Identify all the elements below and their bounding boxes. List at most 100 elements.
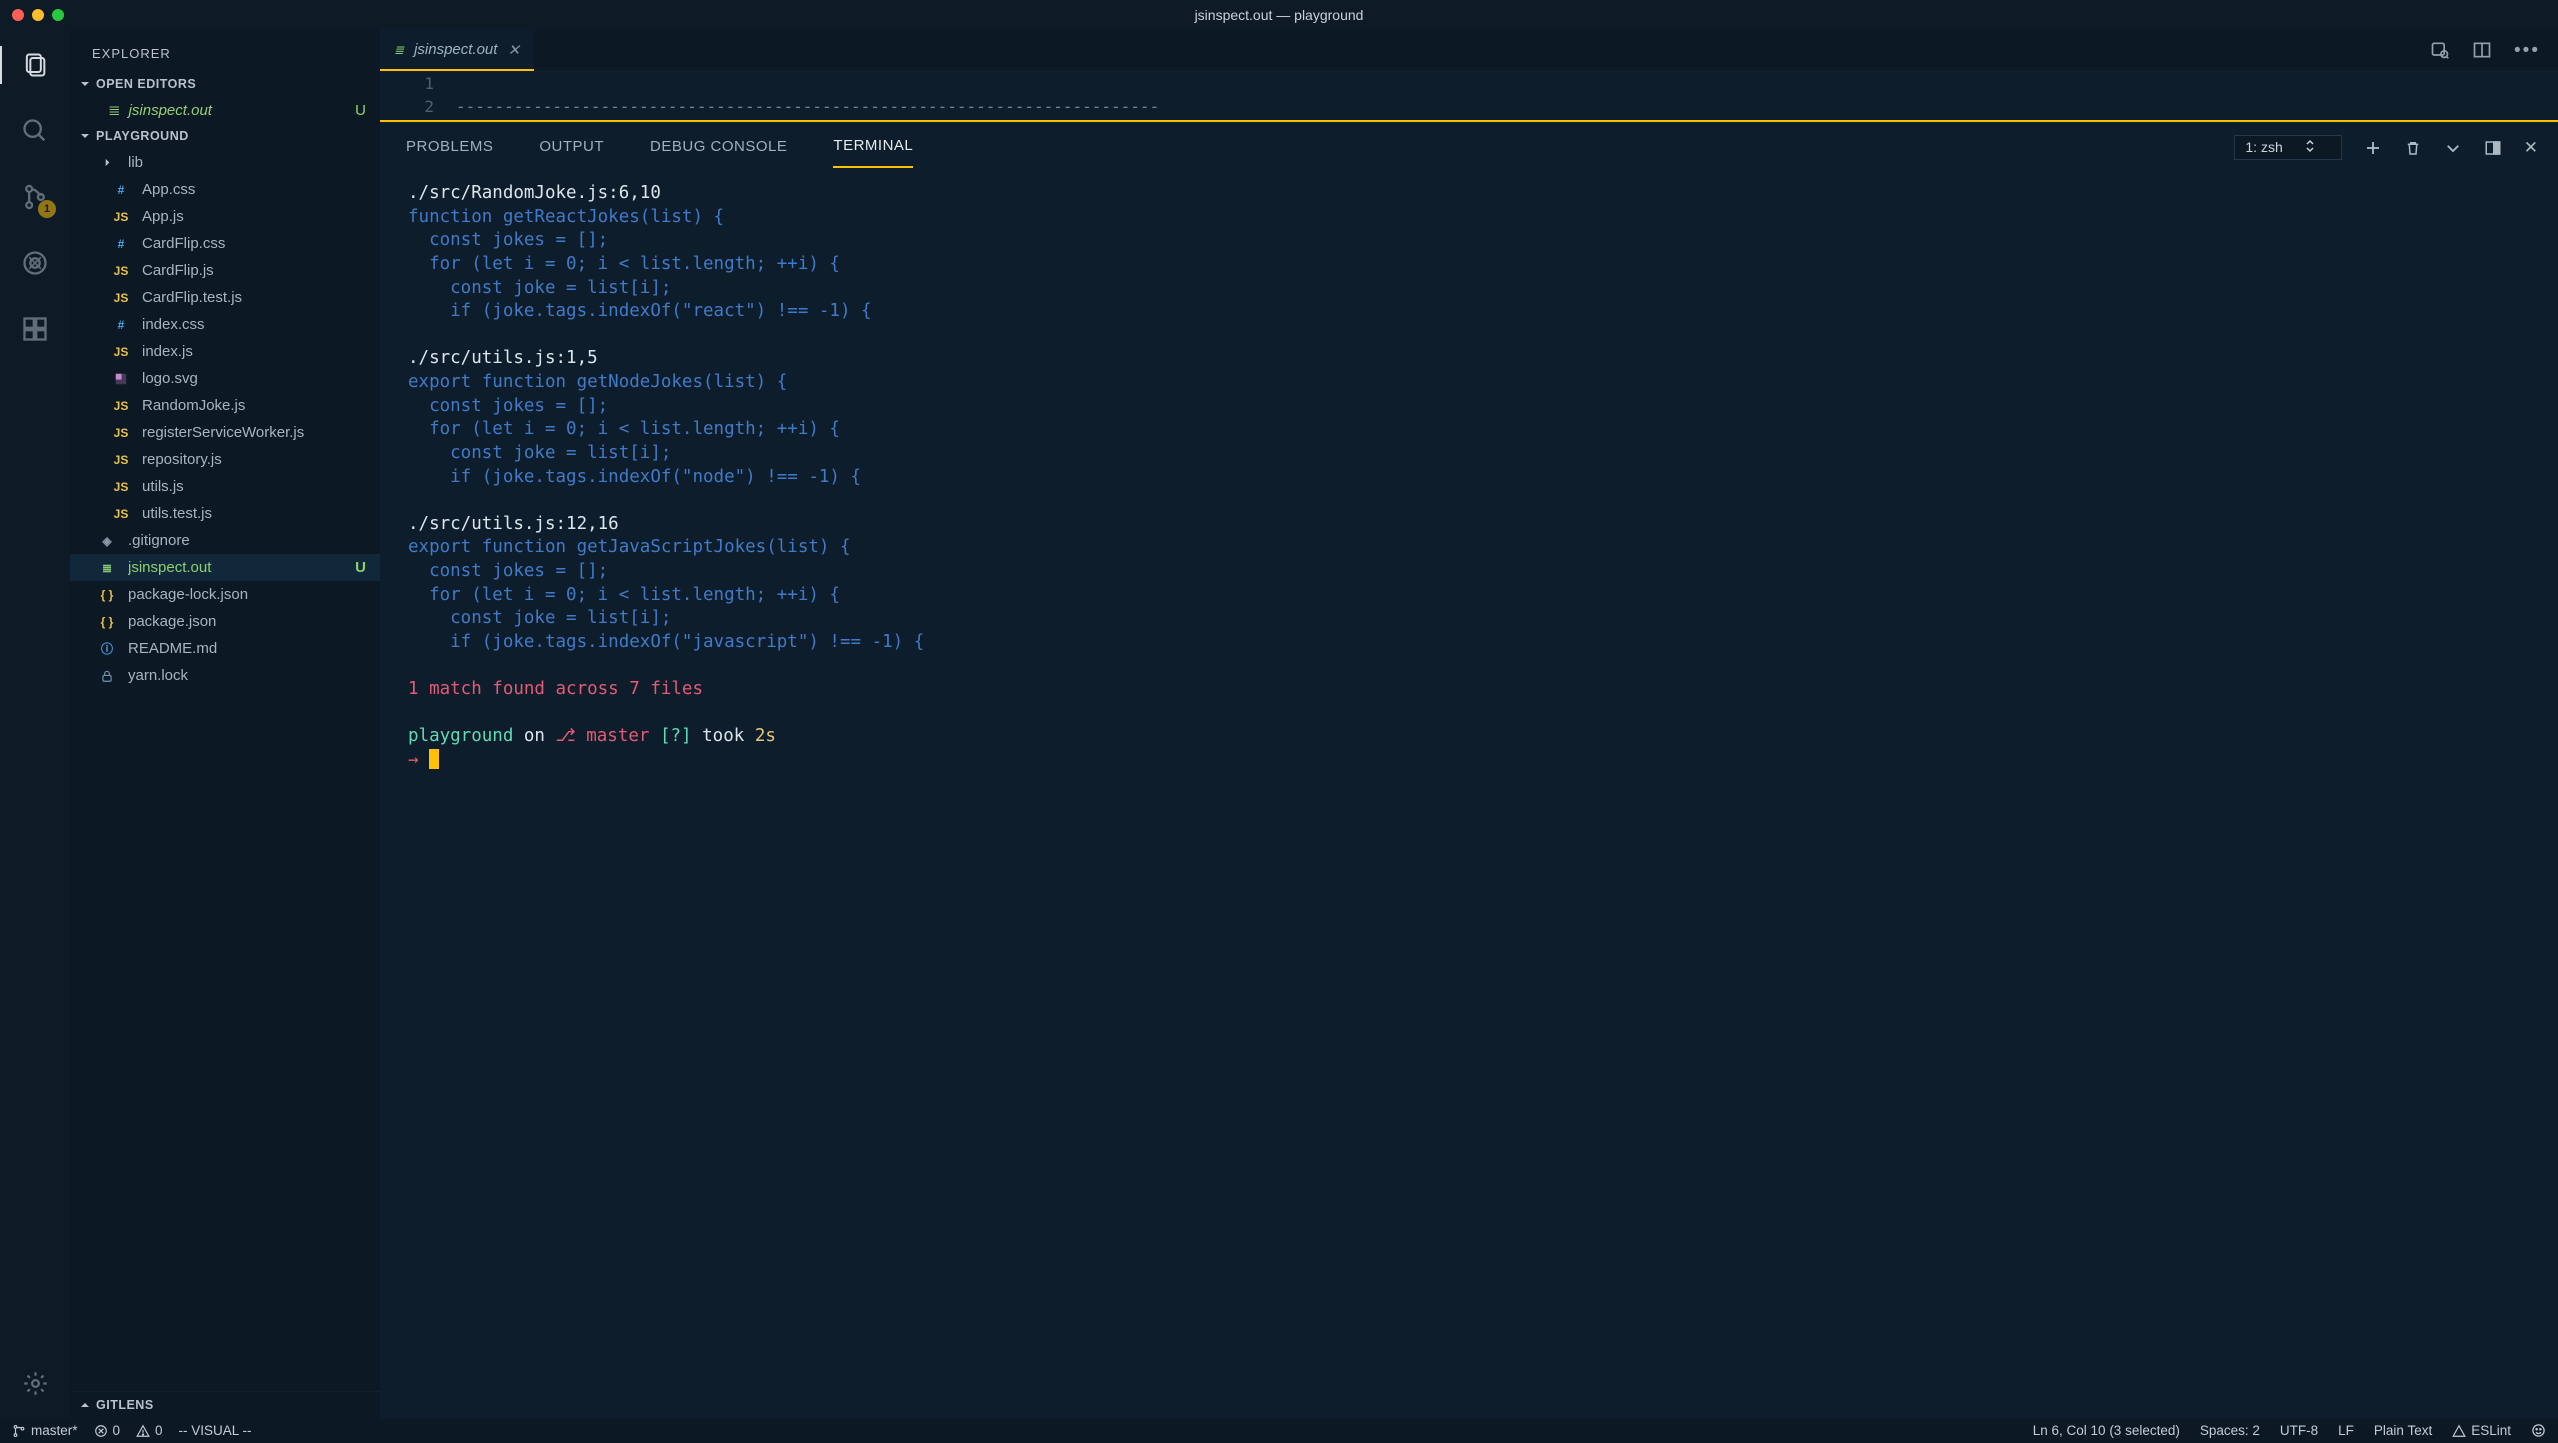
panel: PROBLEMS OUTPUT DEBUG CONSOLE TERMINAL 1…: [380, 122, 2558, 1418]
file-item[interactable]: ◈.gitignore: [70, 527, 380, 554]
section-workspace[interactable]: PLAYGROUND: [70, 123, 380, 149]
status-eslint[interactable]: ESLint: [2452, 1423, 2511, 1438]
close-panel-icon[interactable]: ✕: [2524, 138, 2538, 158]
file-item[interactable]: JSCardFlip.js: [70, 257, 380, 284]
terminal-output[interactable]: ./src/RandomJoke.js:6,10 function getRea…: [380, 168, 2558, 1418]
status-feedback-icon[interactable]: [2531, 1423, 2546, 1438]
file-type-icon: JS: [108, 291, 134, 305]
status-language[interactable]: Plain Text: [2374, 1423, 2432, 1438]
file-type-icon: JS: [108, 210, 134, 224]
file-type-icon: #: [108, 237, 134, 251]
caret-right-icon: [80, 1400, 90, 1410]
file-type-icon: [108, 372, 134, 386]
panel-tab-terminal[interactable]: TERMINAL: [833, 127, 913, 168]
activity-bar: 1: [0, 30, 70, 1418]
status-warnings[interactable]: 0: [136, 1423, 163, 1438]
status-position[interactable]: Ln 6, Col 10 (3 selected): [2033, 1423, 2180, 1438]
terminal-cursor: [429, 749, 439, 769]
editor-area: ≣ jsinspect.out ✕ ••• 1 2 ------: [380, 30, 2558, 1418]
lines-icon: ≣: [108, 101, 121, 119]
lines-icon: ≣: [394, 43, 404, 57]
chevron-updown-icon: [2305, 139, 2315, 156]
status-bar: master* 0 0 -- VISUAL -- Ln 6, Col 10 (3…: [0, 1418, 2558, 1443]
chevron-down-icon[interactable]: [2444, 139, 2462, 157]
status-eol[interactable]: LF: [2338, 1423, 2354, 1438]
file-type-icon: #: [108, 183, 134, 197]
status-mode: -- VISUAL --: [179, 1423, 252, 1438]
editor-line-2: ----------------------------------------…: [456, 95, 1159, 118]
status-branch[interactable]: master*: [12, 1423, 78, 1438]
file-type-icon: ◈: [94, 534, 120, 548]
activity-scm-icon[interactable]: 1: [20, 182, 50, 212]
file-type-icon: { }: [94, 615, 120, 629]
file-type-icon: JS: [108, 399, 134, 413]
caret-right-icon: [94, 158, 120, 167]
file-item[interactable]: JSutils.test.js: [70, 500, 380, 527]
file-item[interactable]: ⓘREADME.md: [70, 635, 380, 662]
window-minimize-button[interactable]: [32, 9, 44, 21]
file-item[interactable]: JSRandomJoke.js: [70, 392, 380, 419]
panel-tab-problems[interactable]: PROBLEMS: [406, 128, 493, 167]
tab-jsinspect[interactable]: ≣ jsinspect.out ✕: [380, 30, 534, 71]
file-type-icon: ⓘ: [94, 640, 120, 657]
new-terminal-icon[interactable]: [2364, 139, 2382, 157]
activity-extensions-icon[interactable]: [20, 314, 50, 344]
caret-down-icon: [80, 131, 90, 141]
file-item[interactable]: JSApp.js: [70, 203, 380, 230]
activity-settings-icon[interactable]: [20, 1368, 50, 1398]
file-item[interactable]: ≣jsinspect.outU: [70, 554, 380, 581]
section-open-editors[interactable]: OPEN EDITORS: [70, 71, 380, 97]
section-gitlens[interactable]: GITLENS: [70, 1391, 380, 1418]
file-type-icon: JS: [108, 264, 134, 278]
file-type-icon: JS: [108, 507, 134, 521]
file-item[interactable]: #CardFlip.css: [70, 230, 380, 257]
file-type-icon: JS: [108, 480, 134, 494]
file-item[interactable]: JSindex.js: [70, 338, 380, 365]
more-icon[interactable]: •••: [2514, 40, 2540, 62]
activity-debug-icon[interactable]: [20, 248, 50, 278]
close-icon[interactable]: ✕: [507, 41, 520, 59]
window-close-button[interactable]: [12, 9, 24, 21]
file-type-icon: JS: [108, 345, 134, 359]
folder-item[interactable]: lib: [70, 149, 380, 176]
activity-explorer-icon[interactable]: [20, 50, 50, 80]
file-type-icon: [94, 669, 120, 683]
open-editor-item[interactable]: ≣ jsinspect.out U: [70, 97, 380, 123]
scm-badge: 1: [38, 200, 56, 218]
file-item[interactable]: JSrepository.js: [70, 446, 380, 473]
sidebar: EXPLORER OPEN EDITORS ≣ jsinspect.out U …: [70, 30, 380, 1418]
kill-terminal-icon[interactable]: [2404, 139, 2422, 157]
panel-tab-debug[interactable]: DEBUG CONSOLE: [650, 128, 787, 167]
terminal-summary: 1 match found across 7 files: [408, 679, 703, 699]
file-item[interactable]: yarn.lock: [70, 662, 380, 689]
gutter: 1 2: [380, 72, 454, 120]
status-spaces[interactable]: Spaces: 2: [2200, 1423, 2260, 1438]
panel-toggle-icon[interactable]: [2484, 139, 2502, 157]
status-errors[interactable]: 0: [94, 1423, 121, 1438]
tabs-row: ≣ jsinspect.out ✕ •••: [380, 30, 2558, 72]
file-item[interactable]: JSutils.js: [70, 473, 380, 500]
file-type-icon: JS: [108, 453, 134, 467]
file-item[interactable]: logo.svg: [70, 365, 380, 392]
window-zoom-button[interactable]: [52, 9, 64, 21]
file-item[interactable]: { }package.json: [70, 608, 380, 635]
file-item[interactable]: #index.css: [70, 311, 380, 338]
caret-down-icon: [80, 79, 90, 89]
editor-body[interactable]: 1 2 ------------------------------------…: [380, 72, 2558, 120]
file-item[interactable]: JSCardFlip.test.js: [70, 284, 380, 311]
split-editor-icon[interactable]: [2472, 40, 2492, 62]
window-title: jsinspect.out — playground: [1195, 7, 1364, 23]
status-encoding[interactable]: UTF-8: [2280, 1423, 2318, 1438]
panel-tab-output[interactable]: OUTPUT: [539, 128, 604, 167]
file-type-icon: JS: [108, 426, 134, 440]
activity-search-icon[interactable]: [20, 116, 50, 146]
title-bar: jsinspect.out — playground: [0, 0, 2558, 30]
file-item[interactable]: { }package-lock.json: [70, 581, 380, 608]
file-item[interactable]: JSregisterServiceWorker.js: [70, 419, 380, 446]
terminal-select[interactable]: 1: zsh: [2234, 135, 2341, 160]
file-item[interactable]: #App.css: [70, 176, 380, 203]
file-type-icon: ≣: [94, 561, 120, 575]
file-type-icon: #: [108, 318, 134, 332]
file-type-icon: { }: [94, 588, 120, 602]
find-references-icon[interactable]: [2430, 40, 2450, 62]
